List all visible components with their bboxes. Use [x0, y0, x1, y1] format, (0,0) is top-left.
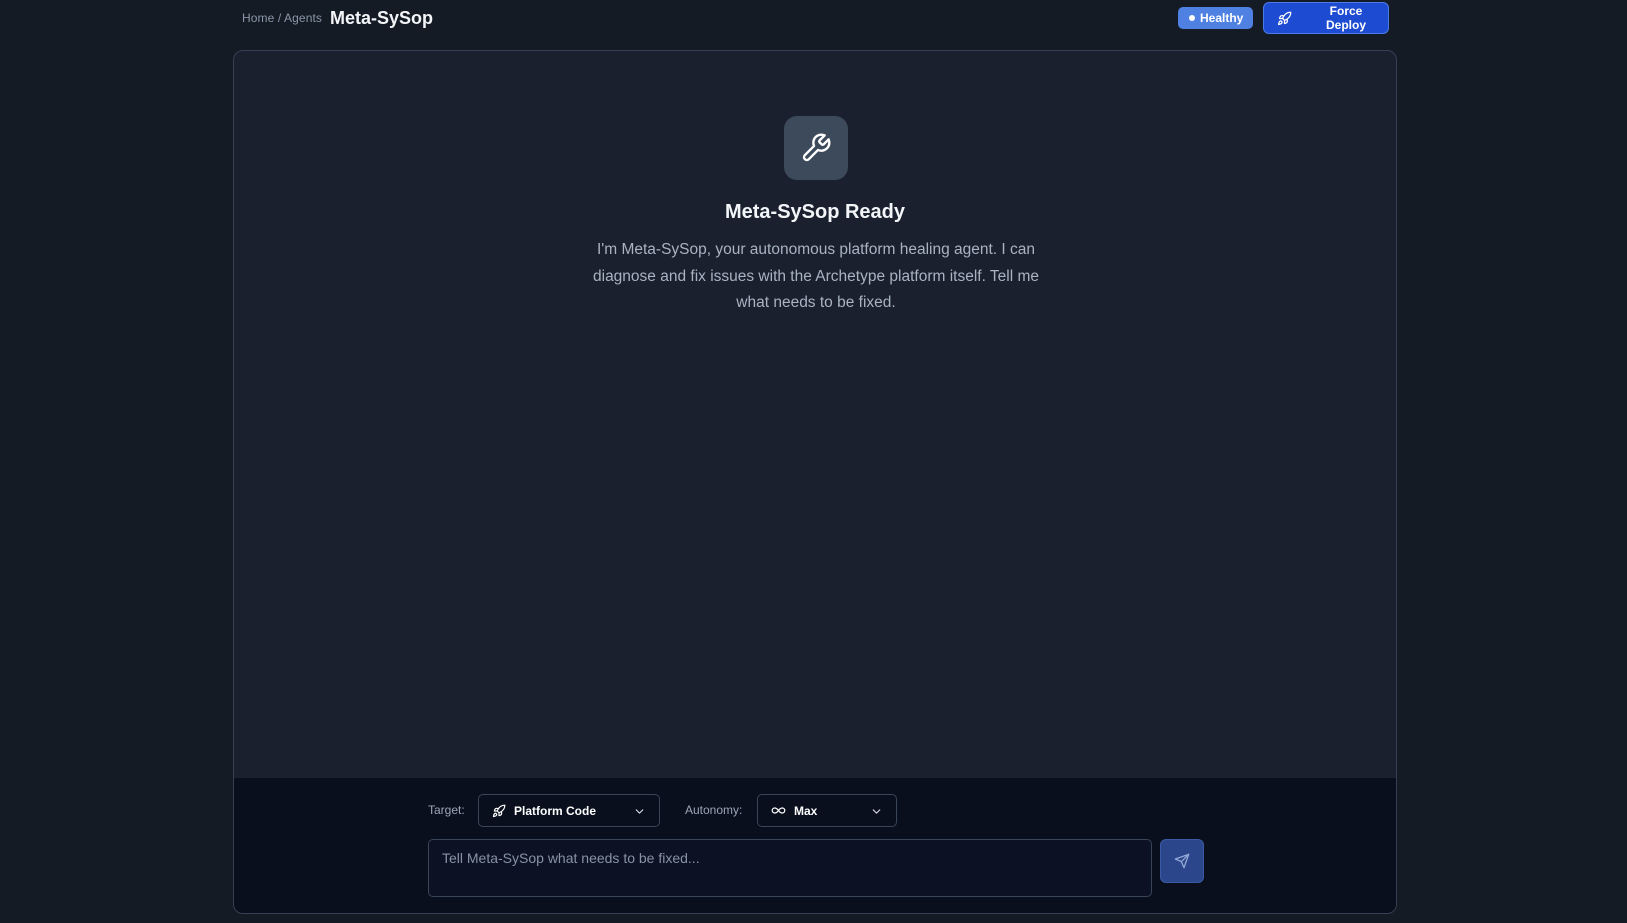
force-deploy-button[interactable]: Force Deploy: [1263, 2, 1389, 34]
empty-state: Meta-SySop Ready I'm Meta-SySop, your au…: [234, 51, 1396, 778]
autonomy-select[interactable]: Max: [757, 794, 897, 827]
force-deploy-label: Force Deploy: [1325, 4, 1366, 32]
chevron-down-icon: [872, 809, 881, 814]
breadcrumb[interactable]: Home / Agents: [242, 11, 322, 25]
target-select[interactable]: Platform Code: [478, 794, 660, 827]
status-badge-label: Healthy: [1200, 11, 1244, 25]
composer: Target: Platform Code Autonomy: Max: [234, 778, 1396, 913]
send-icon: [1174, 853, 1190, 869]
send-button[interactable]: [1160, 839, 1204, 883]
page-title: Meta-SySop: [330, 8, 434, 28]
rocket-icon: [1277, 11, 1292, 25]
rocket-icon: [492, 804, 506, 817]
hero-icon-tile: [784, 116, 848, 180]
target-label: Target:: [428, 803, 465, 817]
chevron-down-icon: [635, 809, 644, 814]
status-dot-icon: [1189, 15, 1195, 21]
wrench-icon: [802, 133, 831, 162]
autonomy-select-value: Max: [794, 803, 818, 818]
ready-description: I'm Meta-SySop, your autonomous platform…: [593, 241, 1039, 311]
top-bar: Home / Agents Meta-SySop Healthy Force D…: [233, 0, 1389, 42]
message-input[interactable]: [428, 839, 1152, 897]
autonomy-label: Autonomy:: [685, 803, 743, 817]
status-badge: Healthy: [1178, 7, 1254, 29]
chat-panel: Meta-SySop Ready I'm Meta-SySop, your au…: [233, 50, 1397, 914]
ready-title: Meta-SySop Ready: [724, 201, 906, 223]
target-select-value: Platform Code: [514, 803, 597, 818]
infinity-icon: [771, 807, 786, 814]
